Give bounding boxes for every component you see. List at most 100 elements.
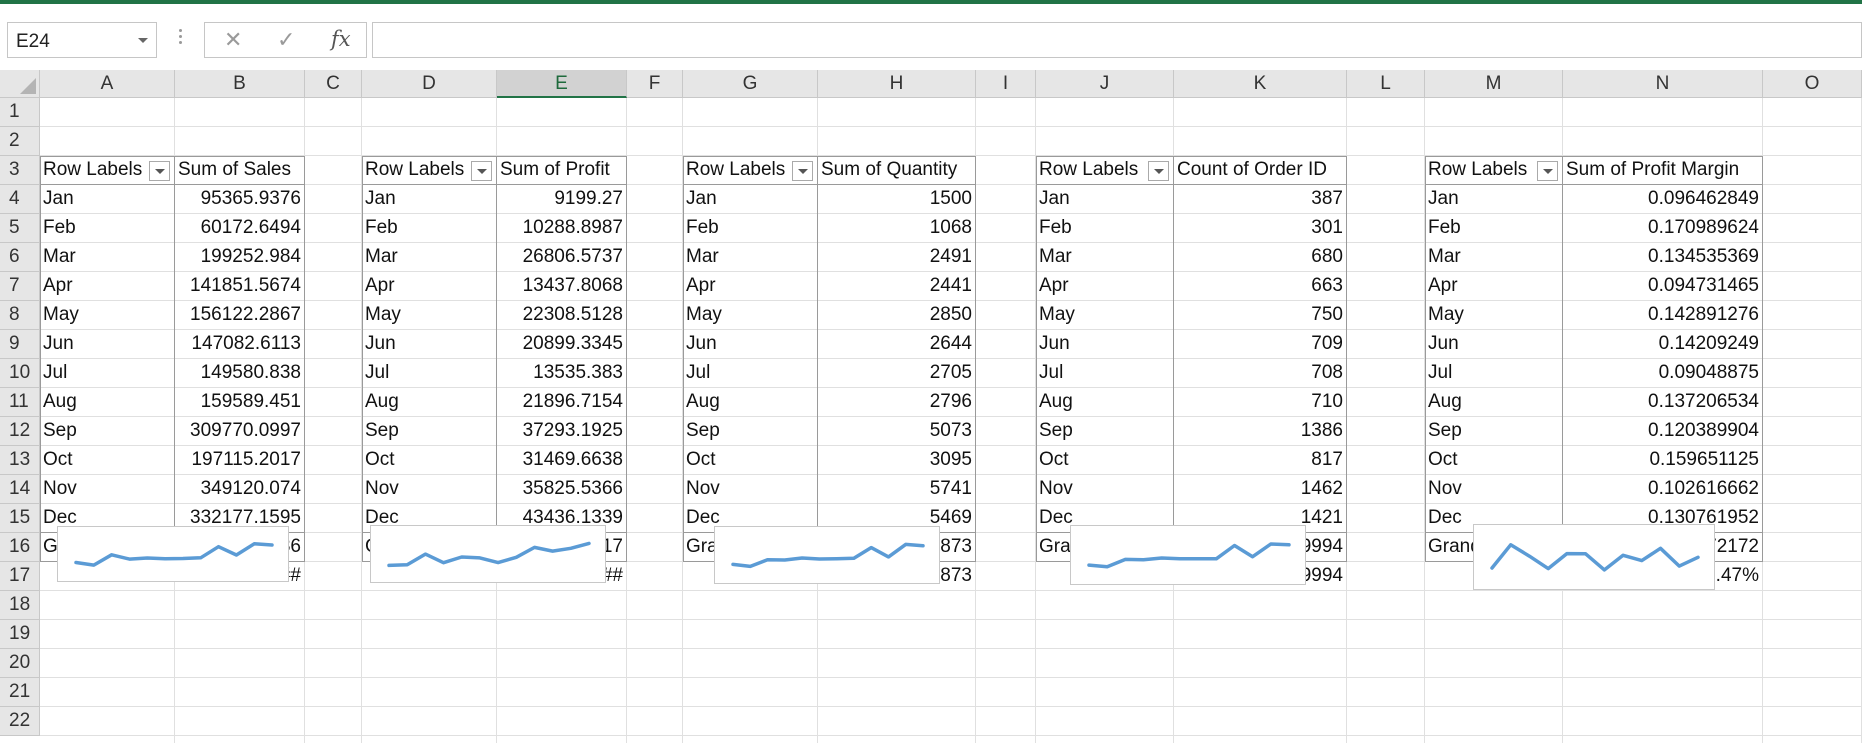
pivot-row-label[interactable]: Sep [683, 417, 818, 446]
pivot-value-cell[interactable]: 2850 [818, 301, 976, 330]
pivot-row-label[interactable]: Aug [1036, 388, 1174, 417]
pivot-value-cell[interactable]: 26806.5737 [497, 243, 627, 272]
row-header-2[interactable]: 2 [0, 127, 40, 156]
column-header-o[interactable]: O [1763, 70, 1862, 98]
pivot-value-cell[interactable]: 0.170989624 [1563, 214, 1763, 243]
row-header-14[interactable]: 14 [0, 475, 40, 504]
sparkline-chart[interactable] [714, 526, 940, 584]
pivot-row-label[interactable]: Jan [40, 185, 175, 214]
pivot-value-cell[interactable]: 0.102616662 [1563, 475, 1763, 504]
sparkline-chart[interactable] [1473, 524, 1715, 590]
row-header-11[interactable]: 11 [0, 388, 40, 417]
pivot-value-header[interactable]: Sum of Quantity [818, 156, 976, 185]
pivot-row-label[interactable]: Feb [1036, 214, 1174, 243]
sparkline-chart[interactable] [370, 525, 606, 583]
pivot-row-label[interactable]: Aug [362, 388, 497, 417]
pivot-row-label[interactable]: Feb [683, 214, 818, 243]
pivot-value-cell[interactable]: 37293.1925 [497, 417, 627, 446]
pivot-value-cell[interactable]: 95365.9376 [175, 185, 305, 214]
pivot-row-label[interactable]: Apr [1036, 272, 1174, 301]
pivot-row-label[interactable]: Jun [362, 330, 497, 359]
pivot-value-cell[interactable]: 197115.2017 [175, 446, 305, 475]
row-header-17[interactable]: 17 [0, 562, 40, 591]
pivot-value-cell[interactable]: 349120.074 [175, 475, 305, 504]
pivot-row-label[interactable]: Oct [683, 446, 818, 475]
insert-function-icon[interactable]: fx [331, 27, 351, 51]
row-header-6[interactable]: 6 [0, 243, 40, 272]
row-header-16[interactable]: 16 [0, 533, 40, 562]
row-header-9[interactable]: 9 [0, 330, 40, 359]
pivot-value-cell[interactable]: 2705 [818, 359, 976, 388]
pivot-row-label[interactable]: Oct [1425, 446, 1563, 475]
sparkline-chart[interactable] [57, 526, 289, 582]
pivot-value-cell[interactable]: 0.09048875 [1563, 359, 1763, 388]
pivot-row-label[interactable]: Feb [40, 214, 175, 243]
column-header-f[interactable]: F [627, 70, 683, 98]
pivot-row-label[interactable]: Mar [1425, 243, 1563, 272]
row-header-13[interactable]: 13 [0, 446, 40, 475]
column-header-n[interactable]: N [1563, 70, 1763, 98]
row-header-5[interactable]: 5 [0, 214, 40, 243]
pivot-value-cell[interactable]: 0.14209249 [1563, 330, 1763, 359]
pivot-value-cell[interactable]: 750 [1174, 301, 1347, 330]
pivot-row-label[interactable]: Oct [362, 446, 497, 475]
column-header-c[interactable]: C [305, 70, 362, 98]
pivot-row-label[interactable]: Apr [683, 272, 818, 301]
pivot-row-label[interactable]: Jan [1425, 185, 1563, 214]
pivot-row-label[interactable]: May [1425, 301, 1563, 330]
row-header-15[interactable]: 15 [0, 504, 40, 533]
name-box[interactable]: E24 [7, 22, 157, 58]
filter-dropdown-icon[interactable] [471, 161, 492, 181]
row-header-22[interactable]: 22 [0, 707, 40, 736]
pivot-row-label[interactable]: Jul [683, 359, 818, 388]
filter-dropdown-icon[interactable] [149, 161, 170, 181]
pivot-row-label[interactable]: Jun [40, 330, 175, 359]
pivot-row-label[interactable]: Jun [683, 330, 818, 359]
pivot-value-cell[interactable]: 21896.7154 [497, 388, 627, 417]
pivot-value-cell[interactable]: 1068 [818, 214, 976, 243]
filter-dropdown-icon[interactable] [792, 161, 813, 181]
pivot-value-cell[interactable]: 2441 [818, 272, 976, 301]
pivot-row-label[interactable]: May [683, 301, 818, 330]
pivot-value-cell[interactable]: 301 [1174, 214, 1347, 243]
pivot-value-cell[interactable]: 10288.8987 [497, 214, 627, 243]
pivot-value-cell[interactable]: 817 [1174, 446, 1347, 475]
row-header-19[interactable]: 19 [0, 620, 40, 649]
column-header-d[interactable]: D [362, 70, 497, 98]
pivot-value-cell[interactable]: 680 [1174, 243, 1347, 272]
pivot-row-label[interactable]: Feb [1425, 214, 1563, 243]
row-header-12[interactable]: 12 [0, 417, 40, 446]
worksheet-grid[interactable]: A B C D E F G H I J K L M N O 1 2 3 4 5 6 7 8 9 10 11 12 13 14 15 16 17… [0, 70, 1862, 743]
pivot-value-cell[interactable]: 60172.6494 [175, 214, 305, 243]
pivot-row-label[interactable]: May [40, 301, 175, 330]
row-header-20[interactable]: 20 [0, 649, 40, 678]
pivot-row-label[interactable]: Jul [40, 359, 175, 388]
pivot-row-label[interactable]: Jun [1425, 330, 1563, 359]
pivot-row-label[interactable]: Jul [1425, 359, 1563, 388]
pivot-row-label[interactable]: Mar [683, 243, 818, 272]
pivot-value-cell[interactable]: 13437.8068 [497, 272, 627, 301]
pivot-row-label[interactable]: Jul [1036, 359, 1174, 388]
pivot-row-label[interactable]: Apr [40, 272, 175, 301]
row-header-8[interactable]: 8 [0, 301, 40, 330]
pivot-value-header[interactable]: Sum of Sales [175, 156, 305, 185]
pivot-value-cell[interactable]: 3095 [818, 446, 976, 475]
pivot-value-cell[interactable]: 387 [1174, 185, 1347, 214]
pivot-value-cell[interactable]: 156122.2867 [175, 301, 305, 330]
pivot-row-label[interactable]: Sep [362, 417, 497, 446]
pivot-row-label[interactable]: Jun [1036, 330, 1174, 359]
pivot-row-label[interactable]: Apr [1425, 272, 1563, 301]
pivot-value-cell[interactable]: 0.137206534 [1563, 388, 1763, 417]
column-header-e[interactable]: E [497, 70, 627, 98]
pivot-value-cell[interactable]: 710 [1174, 388, 1347, 417]
pivot-value-cell[interactable]: 0.096462849 [1563, 185, 1763, 214]
pivot-row-label[interactable]: Jan [683, 185, 818, 214]
chevron-down-icon[interactable] [138, 38, 148, 43]
pivot-row-label[interactable]: May [362, 301, 497, 330]
pivot-value-cell[interactable]: 0.142891276 [1563, 301, 1763, 330]
row-header-1[interactable]: 1 [0, 98, 40, 127]
pivot-value-header[interactable]: Sum of Profit [497, 156, 627, 185]
sparkline-chart[interactable] [1070, 525, 1306, 585]
enter-icon[interactable]: ✓ [277, 27, 295, 53]
select-all-corner[interactable] [0, 70, 40, 98]
